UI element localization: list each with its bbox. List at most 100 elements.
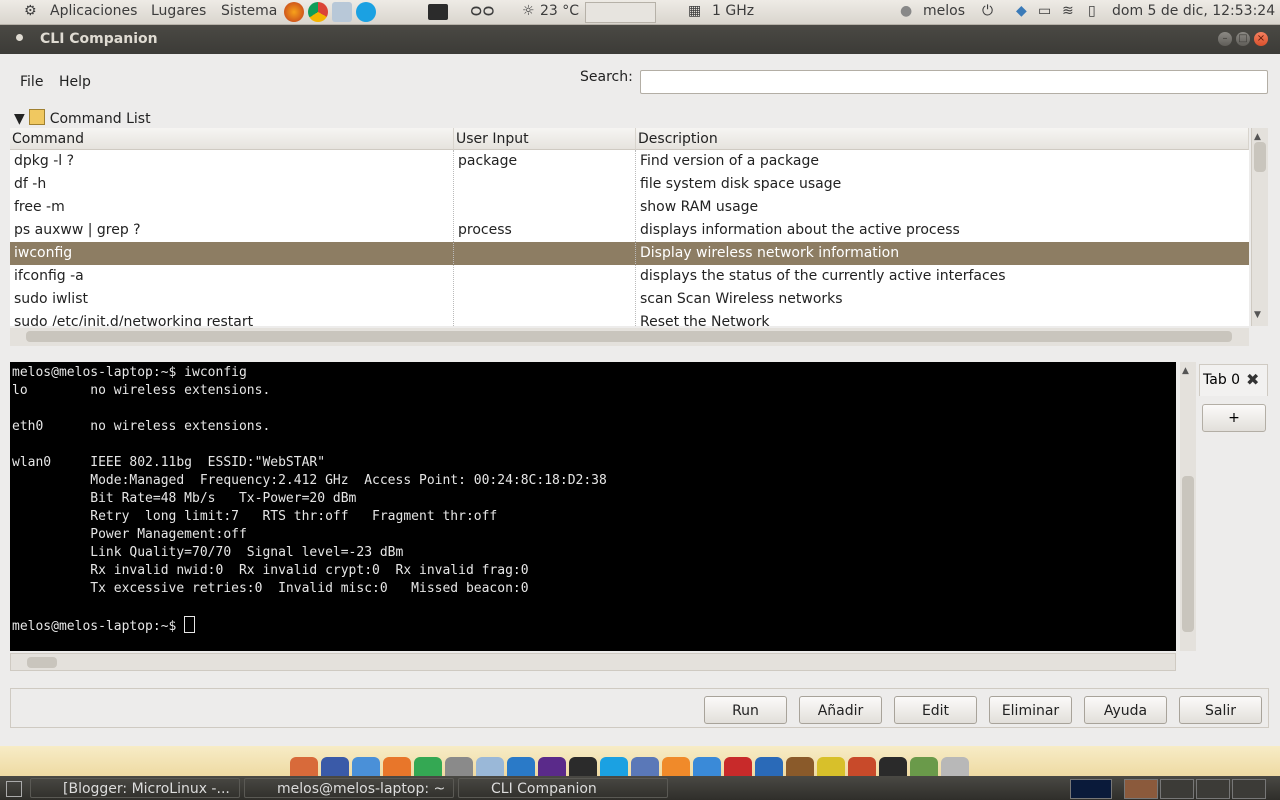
cell-command: sudo /etc/init.d/networking restart xyxy=(14,314,254,326)
command-list-expander[interactable]: ▼ Command List xyxy=(14,109,151,127)
table-row[interactable]: iwconfig Display wireless network informa… xyxy=(10,242,1249,265)
cell-description: displays the status of the currently act… xyxy=(640,268,1006,284)
cpu-frequency[interactable]: 1 GHz xyxy=(712,3,754,19)
menu-lugares[interactable]: Lugares xyxy=(151,3,206,19)
workspace-2[interactable] xyxy=(1160,779,1194,799)
menu-sistema[interactable]: Sistema xyxy=(221,3,277,19)
firefox-icon[interactable] xyxy=(284,2,304,22)
tab-0-label[interactable]: Tab 0 xyxy=(1203,372,1240,388)
run-button[interactable]: Run xyxy=(704,696,787,724)
scrollbar-thumb[interactable] xyxy=(1254,142,1266,172)
scrollbar-thumb[interactable] xyxy=(26,331,1232,342)
table-horizontal-scrollbar[interactable] xyxy=(10,328,1249,346)
add-button[interactable]: Añadir xyxy=(799,696,882,724)
scroll-up-icon[interactable]: ▲ xyxy=(1254,132,1261,142)
terminal-line: Rx invalid nwid:0 Rx invalid crypt:0 Rx … xyxy=(12,563,529,578)
task-terminal[interactable]: melos@melos-laptop: ~ xyxy=(244,778,454,798)
table-row[interactable]: ps auxww | grep ? process displays informa… xyxy=(10,219,1249,242)
cpu-icon: ▦ xyxy=(688,3,702,19)
ubuntu-logo-icon[interactable]: ⚙ xyxy=(24,3,37,19)
dropbox-icon[interactable]: ◆ xyxy=(1016,3,1027,19)
terminal-line: melos@melos-laptop:~$ xyxy=(12,619,185,634)
top-panel: ⚙ Aplicaciones Lugares Sistema ᴑᴑ ☼ 23 °… xyxy=(0,0,1280,25)
command-table: Command User Input Description dpkg -l ?… xyxy=(10,128,1249,326)
terminal-line: Power Management:off xyxy=(12,527,247,542)
column-header-command[interactable]: Command xyxy=(10,128,454,150)
show-desktop-icon[interactable] xyxy=(6,781,22,797)
terminal-vertical-scrollbar[interactable]: ▲ xyxy=(1180,362,1196,651)
table-row[interactable]: free -m show RAM usage xyxy=(10,196,1249,219)
column-header-user-input[interactable]: User Input xyxy=(454,128,636,150)
tab-0[interactable]: Tab 0 ✖ xyxy=(1199,364,1268,396)
help-button[interactable]: Ayuda xyxy=(1084,696,1167,724)
edit-button[interactable]: Edit xyxy=(894,696,977,724)
chrome-icon[interactable] xyxy=(308,2,328,22)
chat-icon[interactable]: ● xyxy=(900,3,912,19)
terminal-line: Mode:Managed Frequency:2.412 GHz Access … xyxy=(12,473,607,488)
task-blogger[interactable]: [Blogger: MicroLinux -... xyxy=(30,778,240,798)
cell-description: Reset the Network xyxy=(640,314,770,326)
user-name[interactable]: melos xyxy=(923,3,965,19)
cell-command: iwconfig xyxy=(14,245,73,261)
menu-file[interactable]: File xyxy=(20,74,43,90)
search-input[interactable] xyxy=(640,70,1268,94)
system-monitor-widget[interactable] xyxy=(585,2,656,23)
cell-user-input: process xyxy=(458,222,512,238)
workspace-3[interactable] xyxy=(1196,779,1230,799)
table-row[interactable]: sudo iwlist scan Scan Wireless networks xyxy=(10,288,1249,311)
window-titlebar[interactable]: CLI Companion – □ × xyxy=(0,25,1280,54)
wifi-icon[interactable]: ≋ xyxy=(1062,3,1074,19)
table-vertical-scrollbar[interactable]: ▲ ▼ xyxy=(1251,128,1268,326)
system-monitor-graph[interactable] xyxy=(1070,779,1112,799)
scrollbar-thumb[interactable] xyxy=(1182,476,1194,632)
table-row[interactable]: dpkg -l ? package Find version of a packag… xyxy=(10,150,1249,173)
menu-help[interactable]: Help xyxy=(59,74,91,90)
add-tab-button[interactable]: + xyxy=(1202,404,1266,432)
terminal-line: lo no wireless extensions. xyxy=(12,383,271,398)
cell-description: scan Scan Wireless networks xyxy=(640,291,843,307)
text-editor-icon[interactable] xyxy=(332,2,352,22)
terminal-line: Link Quality=70/70 Signal level=-23 dBm xyxy=(12,545,404,560)
table-row[interactable]: ifconfig -a displays the status of the cu… xyxy=(10,265,1249,288)
power-icon[interactable]: ⏻ xyxy=(982,3,993,19)
quit-button[interactable]: Salir xyxy=(1179,696,1262,724)
cell-description: displays information about the active pr… xyxy=(640,222,960,238)
workspace-4[interactable] xyxy=(1232,779,1266,799)
scroll-down-icon[interactable]: ▼ xyxy=(1254,310,1261,320)
search-label: Search: xyxy=(580,69,633,85)
column-header-description[interactable]: Description xyxy=(636,128,1249,150)
expander-triangle-icon[interactable]: ▼ xyxy=(14,111,25,127)
terminal[interactable]: melos@melos-laptop:~$ iwconfig lo no wir… xyxy=(10,362,1176,651)
scroll-up-icon[interactable]: ▲ xyxy=(1182,366,1189,376)
bottom-taskbar: [Blogger: MicroLinux -... melos@melos-la… xyxy=(0,776,1280,800)
minimize-button[interactable]: – xyxy=(1218,32,1232,46)
table-row[interactable]: sudo /etc/init.d/networking restart Reset… xyxy=(10,311,1249,326)
scrollbar-thumb[interactable] xyxy=(27,657,57,668)
task-cli-companion[interactable]: CLI Companion xyxy=(458,778,668,798)
command-list-label: Command List xyxy=(49,111,151,127)
maximize-button[interactable]: □ xyxy=(1236,32,1250,46)
cell-command: ps auxww | grep ? xyxy=(14,222,141,238)
terminal-icon[interactable] xyxy=(428,4,448,20)
display-icon[interactable]: ▭ xyxy=(1038,3,1051,19)
close-button[interactable]: × xyxy=(1254,32,1268,46)
weather-temp[interactable]: 23 °C xyxy=(540,3,579,19)
battery-icon[interactable]: ▯ xyxy=(1088,3,1096,19)
skype-icon[interactable] xyxy=(356,2,376,22)
close-tab-icon[interactable]: ✖ xyxy=(1246,370,1259,389)
column-divider xyxy=(635,150,636,326)
terminal-horizontal-scrollbar[interactable] xyxy=(10,653,1176,671)
window-menu-icon[interactable] xyxy=(16,34,23,41)
cell-description: Display wireless network information xyxy=(640,245,900,261)
clock[interactable]: dom 5 de dic, 12:53:24 xyxy=(1112,3,1275,19)
workspace-1[interactable] xyxy=(1124,779,1158,799)
cell-description: file system disk space usage xyxy=(640,176,842,192)
menu-aplicaciones[interactable]: Aplicaciones xyxy=(50,3,137,19)
table-row[interactable]: df -h file system disk space usage xyxy=(10,173,1249,196)
cell-user-input: package xyxy=(458,153,518,169)
terminal-output[interactable]: melos@melos-laptop:~$ iwconfig lo no wir… xyxy=(10,362,1176,638)
terminal-line: Bit Rate=48 Mb/s Tx-Power=20 dBm xyxy=(12,491,357,506)
delete-button[interactable]: Eliminar xyxy=(989,696,1072,724)
terminal-line: melos@melos-laptop:~$ iwconfig xyxy=(12,365,247,380)
window-title: CLI Companion xyxy=(40,31,158,47)
